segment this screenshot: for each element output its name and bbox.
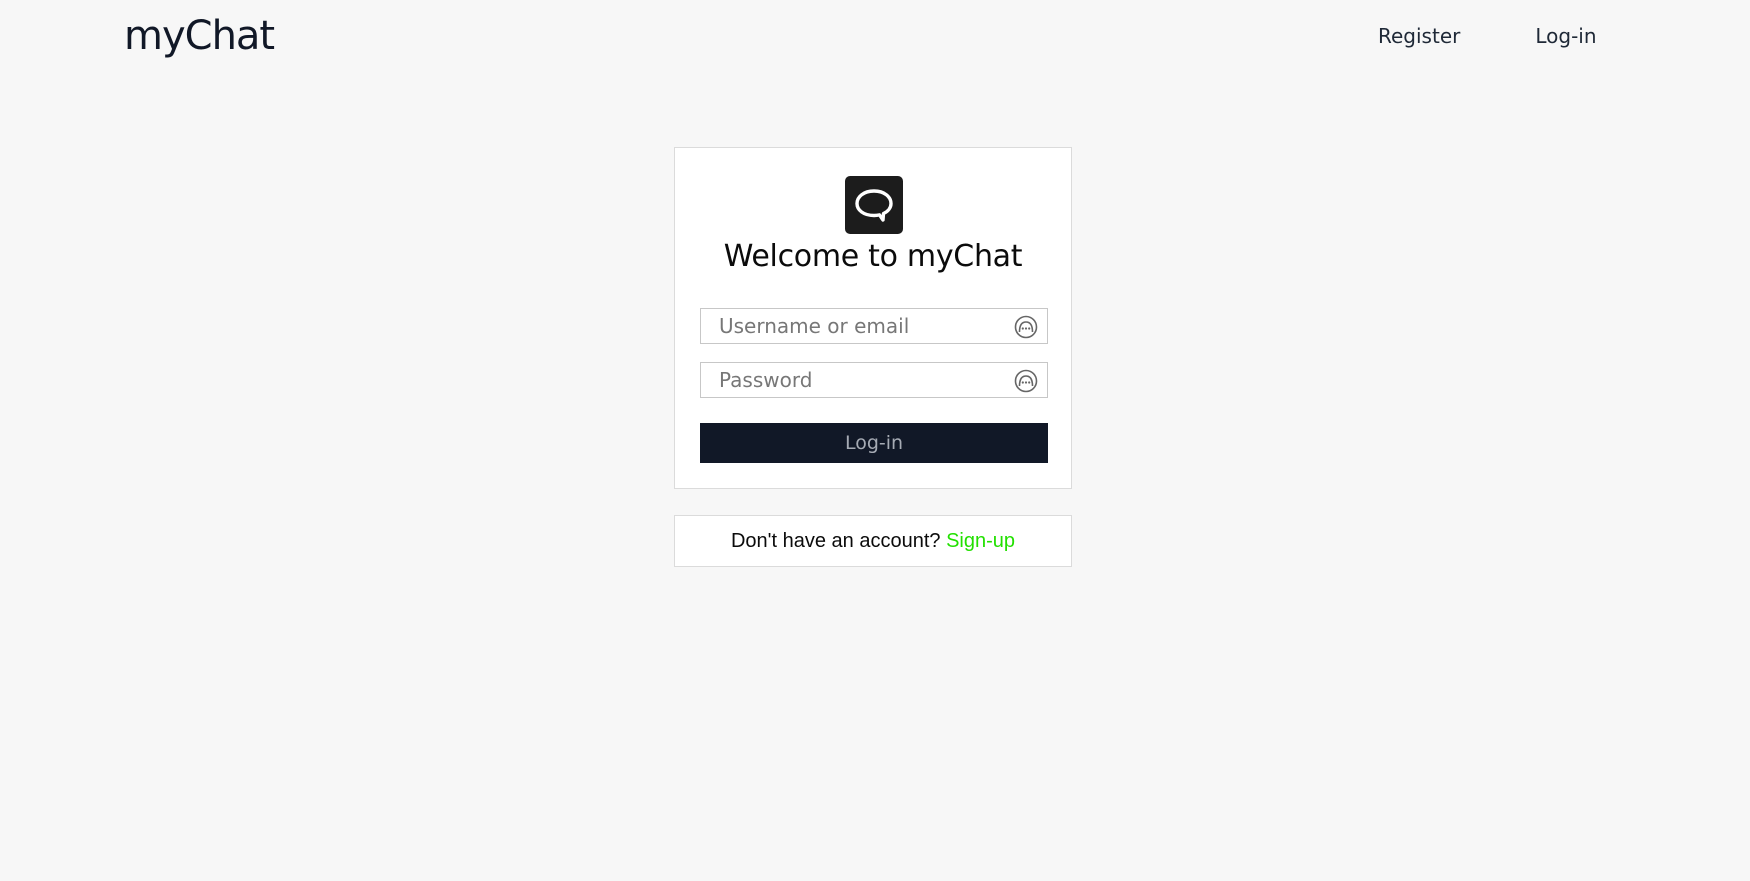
- signup-link[interactable]: Sign-up: [946, 530, 1015, 552]
- signup-prompt-box: Don't have an account? Sign-up: [674, 515, 1072, 567]
- welcome-heading: Welcome to myChat: [723, 239, 1023, 274]
- speech-bubble-icon: [845, 176, 903, 234]
- nav-login-link[interactable]: Log-in: [1535, 20, 1596, 52]
- login-card: Welcome to myChat Log-in: [674, 147, 1072, 489]
- signup-prompt-text: Don't have an account?: [730, 530, 947, 552]
- password-field[interactable]: [700, 362, 1048, 398]
- top-nav: Register Log-in: [1378, 20, 1597, 52]
- login-submit-button[interactable]: Log-in: [700, 423, 1048, 463]
- password-input[interactable]: [701, 363, 1009, 397]
- password-manager-icon[interactable]: [1014, 315, 1038, 339]
- nav-register-link[interactable]: Register: [1378, 20, 1460, 52]
- password-manager-icon[interactable]: [1014, 369, 1038, 393]
- username-input[interactable]: [701, 309, 1009, 343]
- brand-logo-text[interactable]: myChat: [124, 10, 275, 62]
- username-field[interactable]: [700, 308, 1048, 344]
